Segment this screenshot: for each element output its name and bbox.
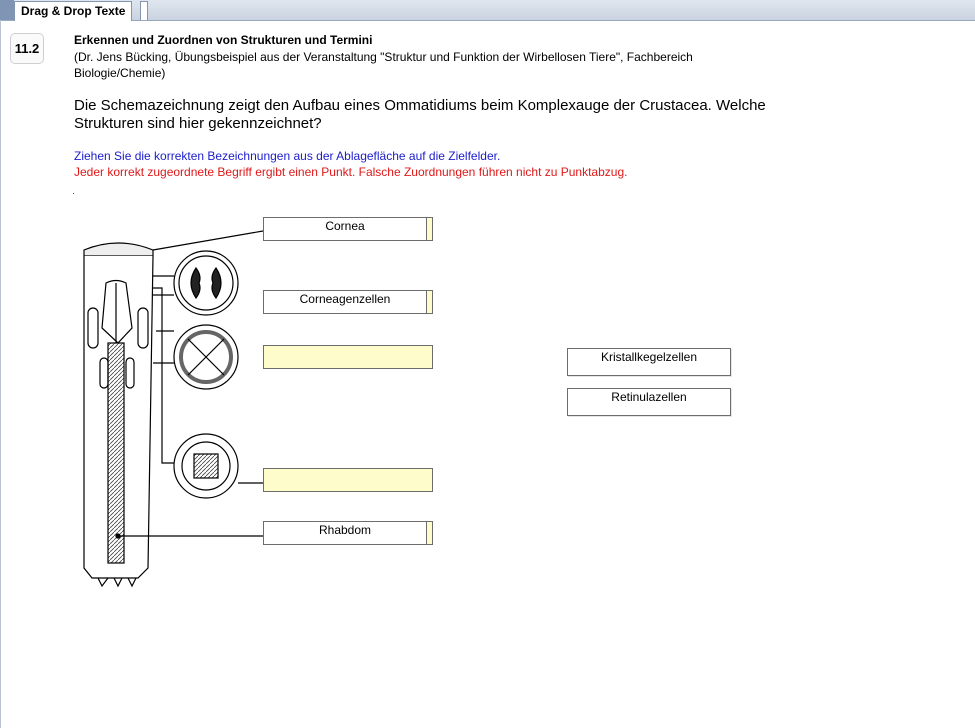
question-source: (Dr. Jens Bücking, Übungsbeispiel aus de… xyxy=(74,50,693,80)
source-item-retinulazellen[interactable]: Retinulazellen xyxy=(567,388,731,416)
question-title: Erkennen und Zuordnen von Strukturen und… xyxy=(74,33,373,47)
tab-drag-drop[interactable]: Drag & Drop Texte xyxy=(14,1,133,21)
question-text: Die Schemazeichnung zeigt den Aufbau ein… xyxy=(74,97,766,132)
tab-bar-edge xyxy=(0,0,14,20)
drop-zone-2-label: Corneagenzellen xyxy=(299,292,391,306)
frame-border xyxy=(0,20,1,728)
stray-dot xyxy=(73,193,74,194)
scoring-note: Jeder korrekt zugeordnete Begriff ergibt… xyxy=(74,165,628,179)
drop-zone-3[interactable] xyxy=(263,345,433,369)
cornea-cap xyxy=(83,242,154,257)
instruction-text: Ziehen Sie die korrekten Bezeichnungen a… xyxy=(74,149,501,163)
drop-zone-1-label: Cornea xyxy=(325,219,365,233)
drop-zone-5-handle[interactable] xyxy=(426,522,432,544)
source-item-kristallkegelzellen[interactable]: Kristallkegelzellen xyxy=(567,348,731,376)
tab-next[interactable] xyxy=(140,1,148,20)
drop-zone-2[interactable]: Corneagenzellen xyxy=(263,290,433,314)
drop-zone-1-handle[interactable] xyxy=(426,218,432,240)
drop-zone-1[interactable]: Cornea xyxy=(263,217,433,241)
drop-zone-5-label: Rhabdom xyxy=(318,523,372,537)
drop-zone-5[interactable]: Rhabdom xyxy=(263,521,433,545)
drop-zone-2-handle[interactable] xyxy=(426,291,432,313)
drop-zone-4[interactable] xyxy=(263,468,433,492)
question-number: 11.2 xyxy=(10,33,44,64)
tab-bar: Drag & Drop Texte xyxy=(0,0,975,21)
